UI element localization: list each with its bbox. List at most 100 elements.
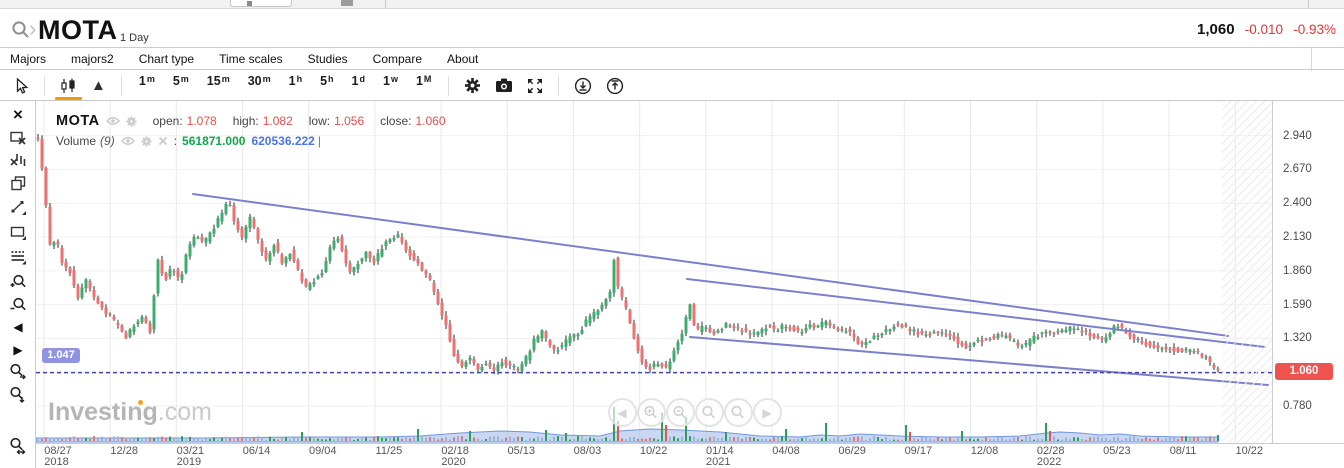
price-tick: 1.320	[1283, 332, 1312, 345]
price-tick: 0.780	[1283, 400, 1312, 413]
price-change-pct: -0.93%	[1293, 22, 1336, 37]
timeframe-button-1m[interactable]: 1m	[130, 68, 164, 104]
menu-item-chart-type[interactable]: Chart type	[139, 52, 194, 66]
top-browser-strip	[0, 0, 1344, 9]
timeframe-button-1h[interactable]: 1h	[280, 68, 311, 104]
time-tick: 08/03	[573, 445, 602, 457]
cursor-tool-button[interactable]	[6, 71, 36, 101]
chart-nav-zoom-reset-button[interactable]	[723, 398, 753, 427]
fullscreen-button[interactable]	[520, 71, 550, 101]
price-tick: 2.940	[1283, 129, 1312, 142]
close-icon: ×	[13, 105, 23, 124]
gear-icon	[465, 78, 481, 93]
chart-nav-pan-right-button[interactable]: ▶	[752, 398, 782, 427]
time-tick: 10/22	[1235, 445, 1263, 457]
eye-icon[interactable]	[105, 116, 120, 126]
zoom-reset-icon	[731, 405, 745, 419]
drawing-tools-sidebar: × ◀ ▶	[0, 101, 36, 468]
symbol-title: MOTA	[38, 15, 118, 45]
last-price-badge: 1.060	[1275, 363, 1333, 380]
zoom-in-button[interactable]	[0, 274, 36, 295]
time-tick: 10/22	[639, 445, 668, 457]
pan-left-icon: ◀	[13, 320, 23, 334]
chart-nav-zoom-in-button[interactable]	[636, 398, 666, 427]
indicator-settings-gear-icon[interactable]	[141, 136, 152, 147]
menu-item-compare[interactable]: Compare	[373, 52, 422, 66]
snapshot-button[interactable]	[488, 71, 520, 101]
timeframe-button-1M[interactable]: 1M	[407, 68, 440, 104]
close-tool-button[interactable]: ×	[0, 105, 36, 125]
selected-underline	[55, 96, 82, 100]
top-strip-input-fragment	[230, 0, 292, 7]
zoom-fit-button[interactable]	[0, 386, 36, 409]
remove-indicators-button[interactable]	[0, 153, 36, 173]
price-axis[interactable]: 2.940 2.670 2.400 2.130 1.860 1.590 1.320 0.780…	[1272, 101, 1344, 443]
rectangle-tool-button[interactable]	[0, 225, 36, 246]
timeframe-button-5h[interactable]: 5h	[311, 68, 342, 104]
menu-item-about[interactable]: About	[447, 52, 478, 66]
toolbar-divider	[120, 75, 122, 96]
zoom-reset-button[interactable]	[0, 437, 36, 460]
zoom-out-icon	[673, 405, 687, 419]
chart-toolbar: ▲ 1 m 5 m 15 m 30 m 1 h 5 h 1 d 1 w 1 M	[0, 71, 1344, 101]
watermark-suffix: .com	[157, 398, 212, 426]
time-tick: 01/14 2021	[706, 445, 734, 468]
eye-icon[interactable]	[120, 136, 135, 146]
volume-legend: Volume (9) : 561871.000 620536.222 |	[56, 134, 321, 148]
search-icon[interactable]	[11, 20, 30, 39]
pan-left-button[interactable]: ◀	[0, 318, 36, 336]
trendline-tool-button[interactable]	[0, 200, 36, 221]
download-circle-icon	[575, 77, 592, 94]
price-tick: 2.400	[1283, 197, 1312, 210]
chart-nav-zoom-x-button[interactable]	[694, 398, 724, 427]
timeframe-button-30m[interactable]: 30 m	[239, 68, 280, 104]
erase-selection-button[interactable]	[0, 130, 36, 150]
upload-circle-icon	[607, 77, 624, 94]
low-value: 1.056	[334, 114, 365, 128]
save-chart-button[interactable]	[567, 71, 599, 101]
candlestick-chart-type-button[interactable]	[53, 71, 84, 101]
chart-plot-area[interactable]: MOTA open: 1.078 high: 1.082 low: 1.056 …	[36, 101, 1272, 443]
zoom-x-range-button[interactable]	[0, 363, 36, 385]
timeframe-button-1w[interactable]: 1w	[374, 68, 407, 104]
camera-icon	[496, 78, 513, 92]
time-tick: 02/28 2022	[1036, 445, 1065, 468]
high-label: high:	[232, 114, 259, 128]
price-tick: 2.130	[1283, 231, 1312, 244]
menu-item-majors2[interactable]: majors2	[71, 52, 114, 66]
timeframe-button-5m[interactable]: 5m	[164, 68, 198, 104]
parallel-lines-tool-button[interactable]	[0, 249, 36, 270]
area-chart-type-button[interactable]: ▲	[84, 71, 113, 101]
settings-button[interactable]	[457, 71, 488, 101]
pan-right-button[interactable]: ▶	[0, 341, 36, 359]
time-tick: 11/25	[375, 445, 403, 457]
header: › MOTA 1 Day 1,060 -0.010 -0.93%	[0, 9, 1344, 47]
time-axis[interactable]: 08/27 2018 12/28 03/21 2019 06/14 09/04 11/25…	[36, 443, 1344, 468]
high-value: 1.082	[262, 114, 293, 128]
watermark: Investing.com	[48, 398, 212, 427]
expand-icon	[528, 78, 543, 93]
timeframe-button-1d[interactable]: 1d	[343, 68, 374, 104]
load-chart-button[interactable]	[599, 71, 631, 101]
series-settings-gear-icon[interactable]	[126, 116, 137, 127]
time-tick: 06/29	[838, 445, 866, 457]
clone-tool-button[interactable]	[0, 176, 36, 196]
menu-item-majors[interactable]: Majors	[10, 52, 46, 66]
zoom-out-button[interactable]	[0, 297, 36, 318]
remove-indicator-x-icon[interactable]	[158, 136, 168, 146]
open-value: 1.078	[186, 114, 217, 128]
menu-item-time-scales[interactable]: Time scales	[219, 52, 283, 66]
chart-nav-zoom-out-button[interactable]	[665, 398, 695, 427]
top-strip-glyph-fragment-2	[341, 0, 353, 6]
time-tick: 08/11	[1169, 445, 1197, 457]
toolbar-divider	[448, 75, 450, 96]
quote-block: 1,060 -0.010 -0.93%	[1197, 21, 1336, 38]
area-chart-icon: ▲	[91, 77, 106, 94]
price-tick: 2.670	[1283, 163, 1312, 176]
time-tick: 09/17	[904, 445, 933, 457]
timeframe-group: 1 m 5 m 15 m 30 m 1 h 5 h 1 d 1 w 1 M	[130, 68, 441, 104]
horizontal-line-price-tag[interactable]: 1.047	[42, 347, 80, 363]
timeframe-button-15m[interactable]: 15 m	[198, 68, 239, 104]
menu-item-studies[interactable]: Studies	[308, 52, 348, 66]
chart-nav-pan-left-button[interactable]: ◀	[607, 398, 637, 427]
